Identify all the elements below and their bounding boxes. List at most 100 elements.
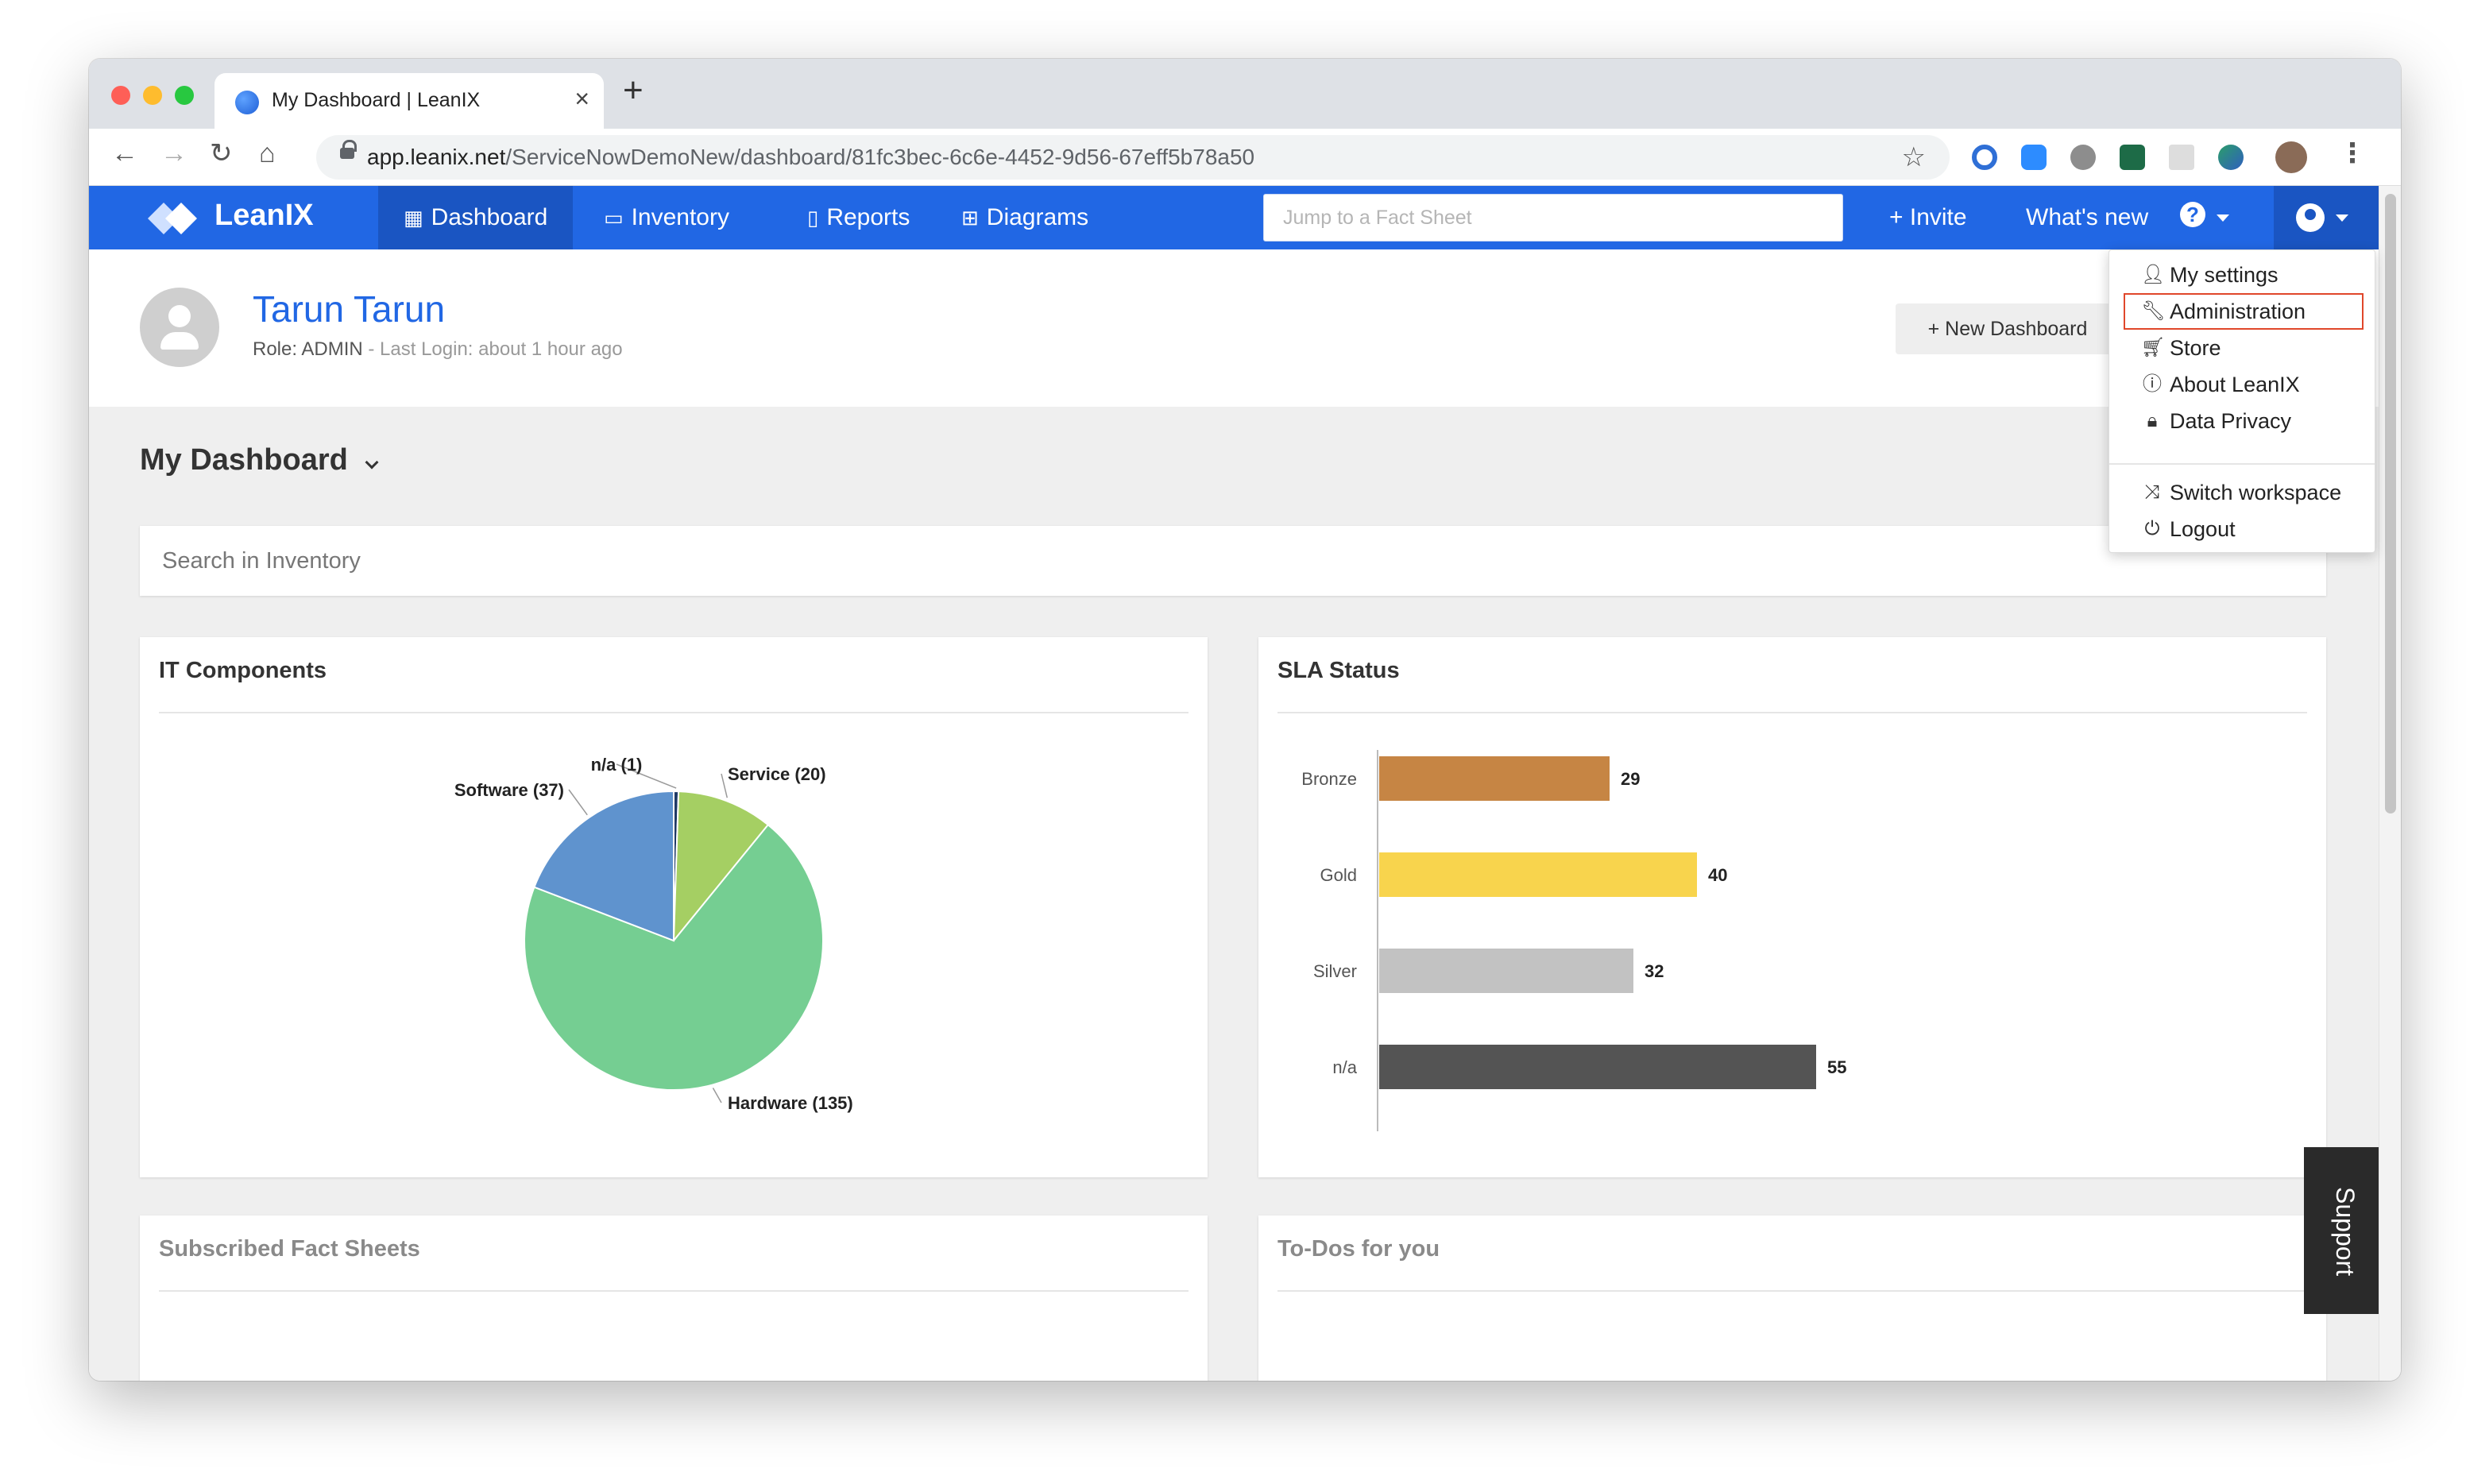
menu-item-switch-workspace[interactable]: ⤨ Switch workspace xyxy=(2109,474,2375,511)
whats-new-link[interactable]: What's new xyxy=(2026,186,2148,249)
dashboard-title[interactable]: My Dashboard xyxy=(140,443,348,477)
menu-label: About LeanIX xyxy=(2170,373,2300,396)
nav-dashboard-label: Dashboard xyxy=(431,204,548,230)
menu-label: Administration xyxy=(2170,300,2306,323)
extension-s-icon[interactable] xyxy=(2120,145,2145,170)
help-caret-icon xyxy=(2217,214,2229,222)
close-window-button[interactable] xyxy=(111,86,130,105)
extension-zoom-icon[interactable] xyxy=(2021,145,2047,170)
info-icon: ⓘ xyxy=(2143,373,2162,395)
nav-dashboard[interactable]: ▦ Dashboard xyxy=(378,186,574,249)
leanix-favicon-icon xyxy=(235,91,259,114)
todos-title: To-Dos for you xyxy=(1277,1236,1440,1262)
nav-diagrams[interactable]: ⊞ Diagrams xyxy=(936,186,1114,249)
menu-divider xyxy=(2109,463,2375,465)
user-menu-button[interactable] xyxy=(2274,186,2379,249)
extension-globe-icon[interactable] xyxy=(2218,145,2244,170)
sla-status-bar-chart: Bronze 29 Gold 40 Silver 32 n/a 55 xyxy=(1301,750,1846,1131)
bar-silver[interactable] xyxy=(1379,949,1633,993)
fact-sheet-search-input[interactable]: Jump to a Fact Sheet xyxy=(1263,194,1843,242)
lock-icon: 🔒︎ xyxy=(2147,410,2158,431)
app-header: LeanIX ▦ Dashboard ▭ Inventory ▯ Reports ⊞ D… xyxy=(89,186,2379,249)
bookmark-star-icon[interactable]: ☆ xyxy=(1902,141,1926,173)
back-icon[interactable]: ← xyxy=(111,140,138,167)
bar-na[interactable] xyxy=(1379,1045,1816,1089)
menu-item-logout[interactable]: ⏻ Logout xyxy=(2109,511,2375,547)
subscribed-fact-sheets-card: Subscribed Fact Sheets xyxy=(140,1215,1208,1381)
lock-icon xyxy=(340,140,357,159)
inventory-icon: ▭ xyxy=(604,206,624,230)
role-text: Role: ADMIN xyxy=(253,338,363,360)
wrench-icon: 🔧︎ xyxy=(2141,300,2166,322)
dashboard-content: My Dashboard Search in Inventory IT Comp… xyxy=(89,407,2379,1381)
minimize-window-button[interactable] xyxy=(143,86,162,105)
home-icon[interactable]: ⌂ xyxy=(259,140,276,167)
nav-reports[interactable]: ▯ Reports xyxy=(782,186,935,249)
url-text: app.leanix.net/ServiceNowDemoNew/dashboa… xyxy=(367,145,1254,170)
menu-label: Logout xyxy=(2170,517,2236,541)
it-components-card: IT Components n/a (1) Service (20) Hardwar… xyxy=(140,637,1208,1177)
address-bar[interactable]: app.leanix.net/ServiceNowDemoNew/dashboa… xyxy=(316,135,1950,180)
menu-item-about[interactable]: ⓘ About LeanIX xyxy=(2109,366,2375,403)
pie-label: Hardware (135) xyxy=(728,1093,853,1113)
extension-misc-icon[interactable] xyxy=(2169,145,2194,170)
dashboard-chevron-down-icon[interactable] xyxy=(365,455,379,470)
leanix-logo-icon xyxy=(148,203,197,234)
support-tab[interactable]: Support xyxy=(2304,1147,2379,1314)
profile-name[interactable]: Tarun Tarun xyxy=(253,288,445,330)
extension-circle-icon[interactable] xyxy=(1972,145,1997,170)
browser-menu-icon[interactable]: ⋮ xyxy=(2339,140,2366,167)
profile-section: Tarun Tarun Role: ADMIN - Last Login: ab… xyxy=(89,249,2379,407)
cart-icon: 🛒︎ xyxy=(2141,337,2166,358)
menu-item-store[interactable]: 🛒︎ Store xyxy=(2109,330,2375,366)
divider xyxy=(159,1290,1189,1292)
menu-label: Switch workspace xyxy=(2170,481,2342,504)
bar-value-label: 40 xyxy=(1708,865,1727,885)
new-dashboard-button[interactable]: + New Dashboard xyxy=(1896,303,2120,354)
browser-tabbar: My Dashboard | LeanIX × + xyxy=(89,59,2401,129)
extension-skype-icon[interactable] xyxy=(2070,145,2096,170)
new-tab-icon[interactable]: + xyxy=(623,73,644,108)
nav-diagrams-label: Diagrams xyxy=(986,204,1089,230)
user-dropdown-menu: 👤︎ My settings 🔧︎ Administration 🛒︎ Store ⓘ… xyxy=(2108,249,2375,553)
page-scrollbar[interactable] xyxy=(2379,186,2401,1381)
menu-item-my-settings[interactable]: 👤︎ My settings xyxy=(2109,257,2375,293)
sla-status-card: SLA Status Bronze 29 Gold 40 Silver 32 n/a 55 xyxy=(1258,637,2326,1177)
support-label: Support xyxy=(2331,1187,2360,1277)
bar-gold[interactable] xyxy=(1379,852,1697,897)
bar-value-label: 32 xyxy=(1645,961,1664,981)
menu-item-data-privacy[interactable]: 🔒︎ Data Privacy xyxy=(2109,403,2375,439)
bar-category-label: Silver xyxy=(1313,961,1357,981)
invite-button[interactable]: + Invite xyxy=(1889,186,1967,249)
pie-leader-line xyxy=(568,789,588,816)
help-icon[interactable]: ? xyxy=(2180,202,2205,227)
nav-inventory[interactable]: ▭ Inventory xyxy=(578,186,755,249)
pie-label: n/a (1) xyxy=(591,755,643,775)
bar-bronze[interactable] xyxy=(1379,756,1610,801)
bar-value-label: 29 xyxy=(1621,769,1640,789)
browser-tab[interactable]: My Dashboard | LeanIX × xyxy=(215,73,604,129)
close-tab-icon[interactable]: × xyxy=(574,84,589,114)
scroll-thumb[interactable] xyxy=(2385,194,2396,813)
pie-label: Service (20) xyxy=(728,764,826,784)
user-icon: 👤︎ xyxy=(2141,264,2166,285)
bar-category-label: n/a xyxy=(1332,1057,1357,1077)
menu-item-administration[interactable]: 🔧︎ Administration xyxy=(2124,293,2364,330)
reload-icon[interactable]: ↻ xyxy=(210,140,233,167)
shuffle-icon: ⤨ xyxy=(2144,481,2160,503)
user-icon xyxy=(2296,203,2325,232)
maximize-window-button[interactable] xyxy=(175,86,194,105)
last-login-text: - Last Login: about 1 hour ago xyxy=(362,338,623,360)
forward-icon[interactable]: → xyxy=(160,140,187,167)
bar-chart-icon: ▯ xyxy=(807,206,819,230)
url-path: /ServiceNowDemoNew/dashboard/81fc3bec-6c… xyxy=(505,145,1255,169)
bar-value-label: 55 xyxy=(1827,1057,1846,1077)
profile-avatar-icon[interactable] xyxy=(2275,141,2307,173)
profile-avatar xyxy=(140,288,219,367)
todos-card: To-Dos for you xyxy=(1258,1215,2326,1381)
inventory-search-input[interactable]: Search in Inventory xyxy=(140,526,2326,596)
tab-title: My Dashboard | LeanIX xyxy=(272,89,481,111)
url-host: app.leanix.net xyxy=(367,145,506,169)
power-icon: ⏻ xyxy=(2144,518,2160,539)
menu-label: Data Privacy xyxy=(2170,409,2292,433)
